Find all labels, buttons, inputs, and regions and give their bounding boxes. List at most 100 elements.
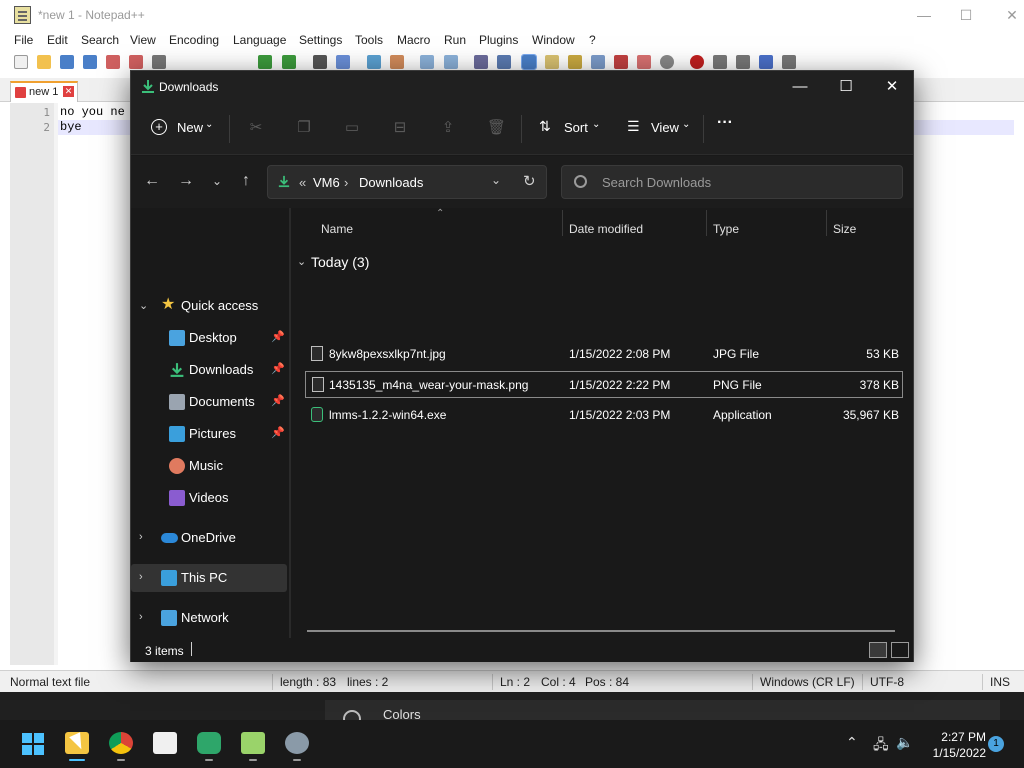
pin-icon[interactable]: 📌 [271, 362, 285, 375]
delete-icon[interactable]: 🗑 [487, 119, 506, 137]
menu-tools[interactable]: Tools [355, 33, 383, 47]
menu-settings[interactable]: Settings [299, 33, 342, 47]
menu-run[interactable]: Run [444, 33, 466, 47]
menu-search[interactable]: Search [81, 33, 119, 47]
address-overflow[interactable]: « [299, 175, 306, 190]
chevron-down-icon[interactable]: ⌄ [297, 255, 306, 268]
print-icon[interactable] [152, 55, 166, 69]
notification-badge[interactable]: 1 [988, 736, 1004, 752]
replace-icon[interactable] [336, 55, 350, 69]
more-options-button[interactable]: ··· [717, 114, 741, 138]
maximize-icon[interactable]: ☐ [823, 71, 869, 103]
clock[interactable]: 2:27 PM 1/15/2022 [916, 729, 986, 761]
save-icon[interactable] [60, 55, 74, 69]
large-icons-view-icon[interactable] [891, 642, 909, 658]
monitor-icon[interactable] [660, 55, 674, 69]
sidebar-item-network[interactable]: › Network [131, 604, 287, 632]
new-button[interactable]: + New ⌄ [151, 117, 217, 141]
column-name[interactable]: Name [321, 222, 353, 236]
rename-icon[interactable]: ⊟ [391, 119, 409, 137]
search-box[interactable]: Search Downloads [561, 165, 903, 199]
menu-macro[interactable]: Macro [397, 33, 430, 47]
up-arrow-icon[interactable]: ↑ [237, 172, 255, 190]
horizontal-scrollbar[interactable] [307, 630, 895, 632]
back-arrow-icon[interactable]: ← [143, 172, 161, 190]
chevron-down-icon[interactable]: ⌄ [139, 299, 148, 312]
chevron-right-icon[interactable]: › [139, 611, 143, 623]
share-icon[interactable]: ⇪ [439, 119, 457, 137]
close-icon[interactable]: ✕ [1002, 5, 1022, 25]
tab-close-icon[interactable]: ✕ [63, 86, 74, 97]
zoom-out-icon[interactable] [390, 55, 404, 69]
table-row[interactable]: lmms-1.2.2-win64.exe 1/15/2022 2:03 PM A… [305, 402, 903, 429]
column-date-modified[interactable]: Date modified [569, 222, 643, 236]
sidebar-item-desktop[interactable]: Desktop 📌 [131, 324, 287, 352]
menu-view[interactable]: View [130, 33, 156, 47]
menu-edit[interactable]: Edit [47, 33, 68, 47]
new-file-icon[interactable] [14, 55, 28, 69]
run-macro-multiple-icon[interactable] [759, 55, 773, 69]
sync-h-icon[interactable] [444, 55, 458, 69]
menu-plugins[interactable]: Plugins [479, 33, 518, 47]
record-macro-icon[interactable] [690, 55, 704, 69]
taskbar-store[interactable] [150, 728, 180, 760]
sidebar-item-this-pc[interactable]: › This PC [131, 564, 287, 592]
group-header-today[interactable]: Today (3) [311, 254, 369, 270]
wrap-icon[interactable] [474, 55, 488, 69]
column-type[interactable]: Type [713, 222, 739, 236]
sidebar-item-videos[interactable]: Videos [131, 484, 287, 512]
sidebar-item-onedrive[interactable]: › OneDrive [131, 524, 287, 552]
sidebar-item-documents[interactable]: Documents 📌 [131, 388, 287, 416]
pin-icon[interactable]: 📌 [271, 330, 285, 343]
minimize-icon[interactable]: — [777, 71, 823, 103]
show-hidden-icons-chevron-icon[interactable]: ⌃ [846, 734, 858, 751]
open-file-icon[interactable] [37, 55, 51, 69]
column-size[interactable]: Size [833, 222, 856, 236]
sort-button[interactable]: ⇅ Sort ⌄ [539, 117, 603, 141]
undo-icon[interactable] [258, 55, 272, 69]
address-history-icon[interactable]: ⌄ [491, 173, 501, 187]
find-icon[interactable] [313, 55, 327, 69]
breadcrumb-vm6[interactable]: VM6 [313, 175, 340, 190]
zoom-in-icon[interactable] [367, 55, 381, 69]
udl-icon[interactable] [545, 55, 559, 69]
copy-icon[interactable]: ❐ [295, 119, 313, 137]
editor-scrollbar[interactable] [1016, 103, 1024, 665]
start-button[interactable] [18, 728, 48, 760]
sidebar-item-music[interactable]: Music [131, 452, 287, 480]
redo-icon[interactable] [282, 55, 296, 69]
folder-workspace-icon[interactable] [614, 55, 628, 69]
save-all-icon[interactable] [83, 55, 97, 69]
taskbar-chrome[interactable] [106, 728, 136, 761]
taskbar-settings[interactable] [282, 728, 312, 761]
play-macro-icon[interactable] [736, 55, 750, 69]
indent-guide-icon[interactable] [521, 54, 537, 70]
function-list-icon[interactable] [591, 55, 605, 69]
forward-arrow-icon[interactable]: → [177, 172, 195, 190]
save-macro-icon[interactable] [782, 55, 796, 69]
refresh-icon[interactable]: ↻ [523, 172, 536, 190]
sidebar-item-downloads[interactable]: Downloads 📌 [131, 356, 287, 384]
address-bar[interactable]: « VM6 › Downloads ⌄ ↻ [267, 165, 547, 199]
code-line[interactable]: bye [60, 120, 82, 134]
details-view-icon[interactable] [869, 642, 887, 658]
menu-window[interactable]: Window [532, 33, 575, 47]
tab-new-1[interactable]: new 1 ✕ [10, 81, 78, 102]
code-line[interactable]: no you ne [60, 105, 125, 119]
pin-icon[interactable]: 📌 [271, 426, 285, 439]
stop-macro-icon[interactable] [713, 55, 727, 69]
cut-icon[interactable]: ✂ [247, 119, 265, 137]
table-row[interactable]: 8ykw8pexsxlkp7nt.jpg 1/15/2022 2:08 PM J… [305, 341, 903, 368]
minimize-icon[interactable]: — [914, 5, 934, 25]
close-file-icon[interactable] [106, 55, 120, 69]
sync-v-icon[interactable] [420, 55, 434, 69]
pin-icon[interactable]: 📌 [271, 394, 285, 407]
table-row[interactable]: 1435135_m4na_wear-your-mask.png 1/15/202… [305, 371, 903, 398]
chevron-right-icon[interactable]: › [139, 531, 143, 543]
sidebar-item-pictures[interactable]: Pictures 📌 [131, 420, 287, 448]
menu-file[interactable]: File [14, 33, 33, 47]
doc-map-icon[interactable] [568, 55, 582, 69]
menu-encoding[interactable]: Encoding [169, 33, 219, 47]
menu-help[interactable]: ? [589, 33, 596, 47]
close-all-icon[interactable] [129, 55, 143, 69]
